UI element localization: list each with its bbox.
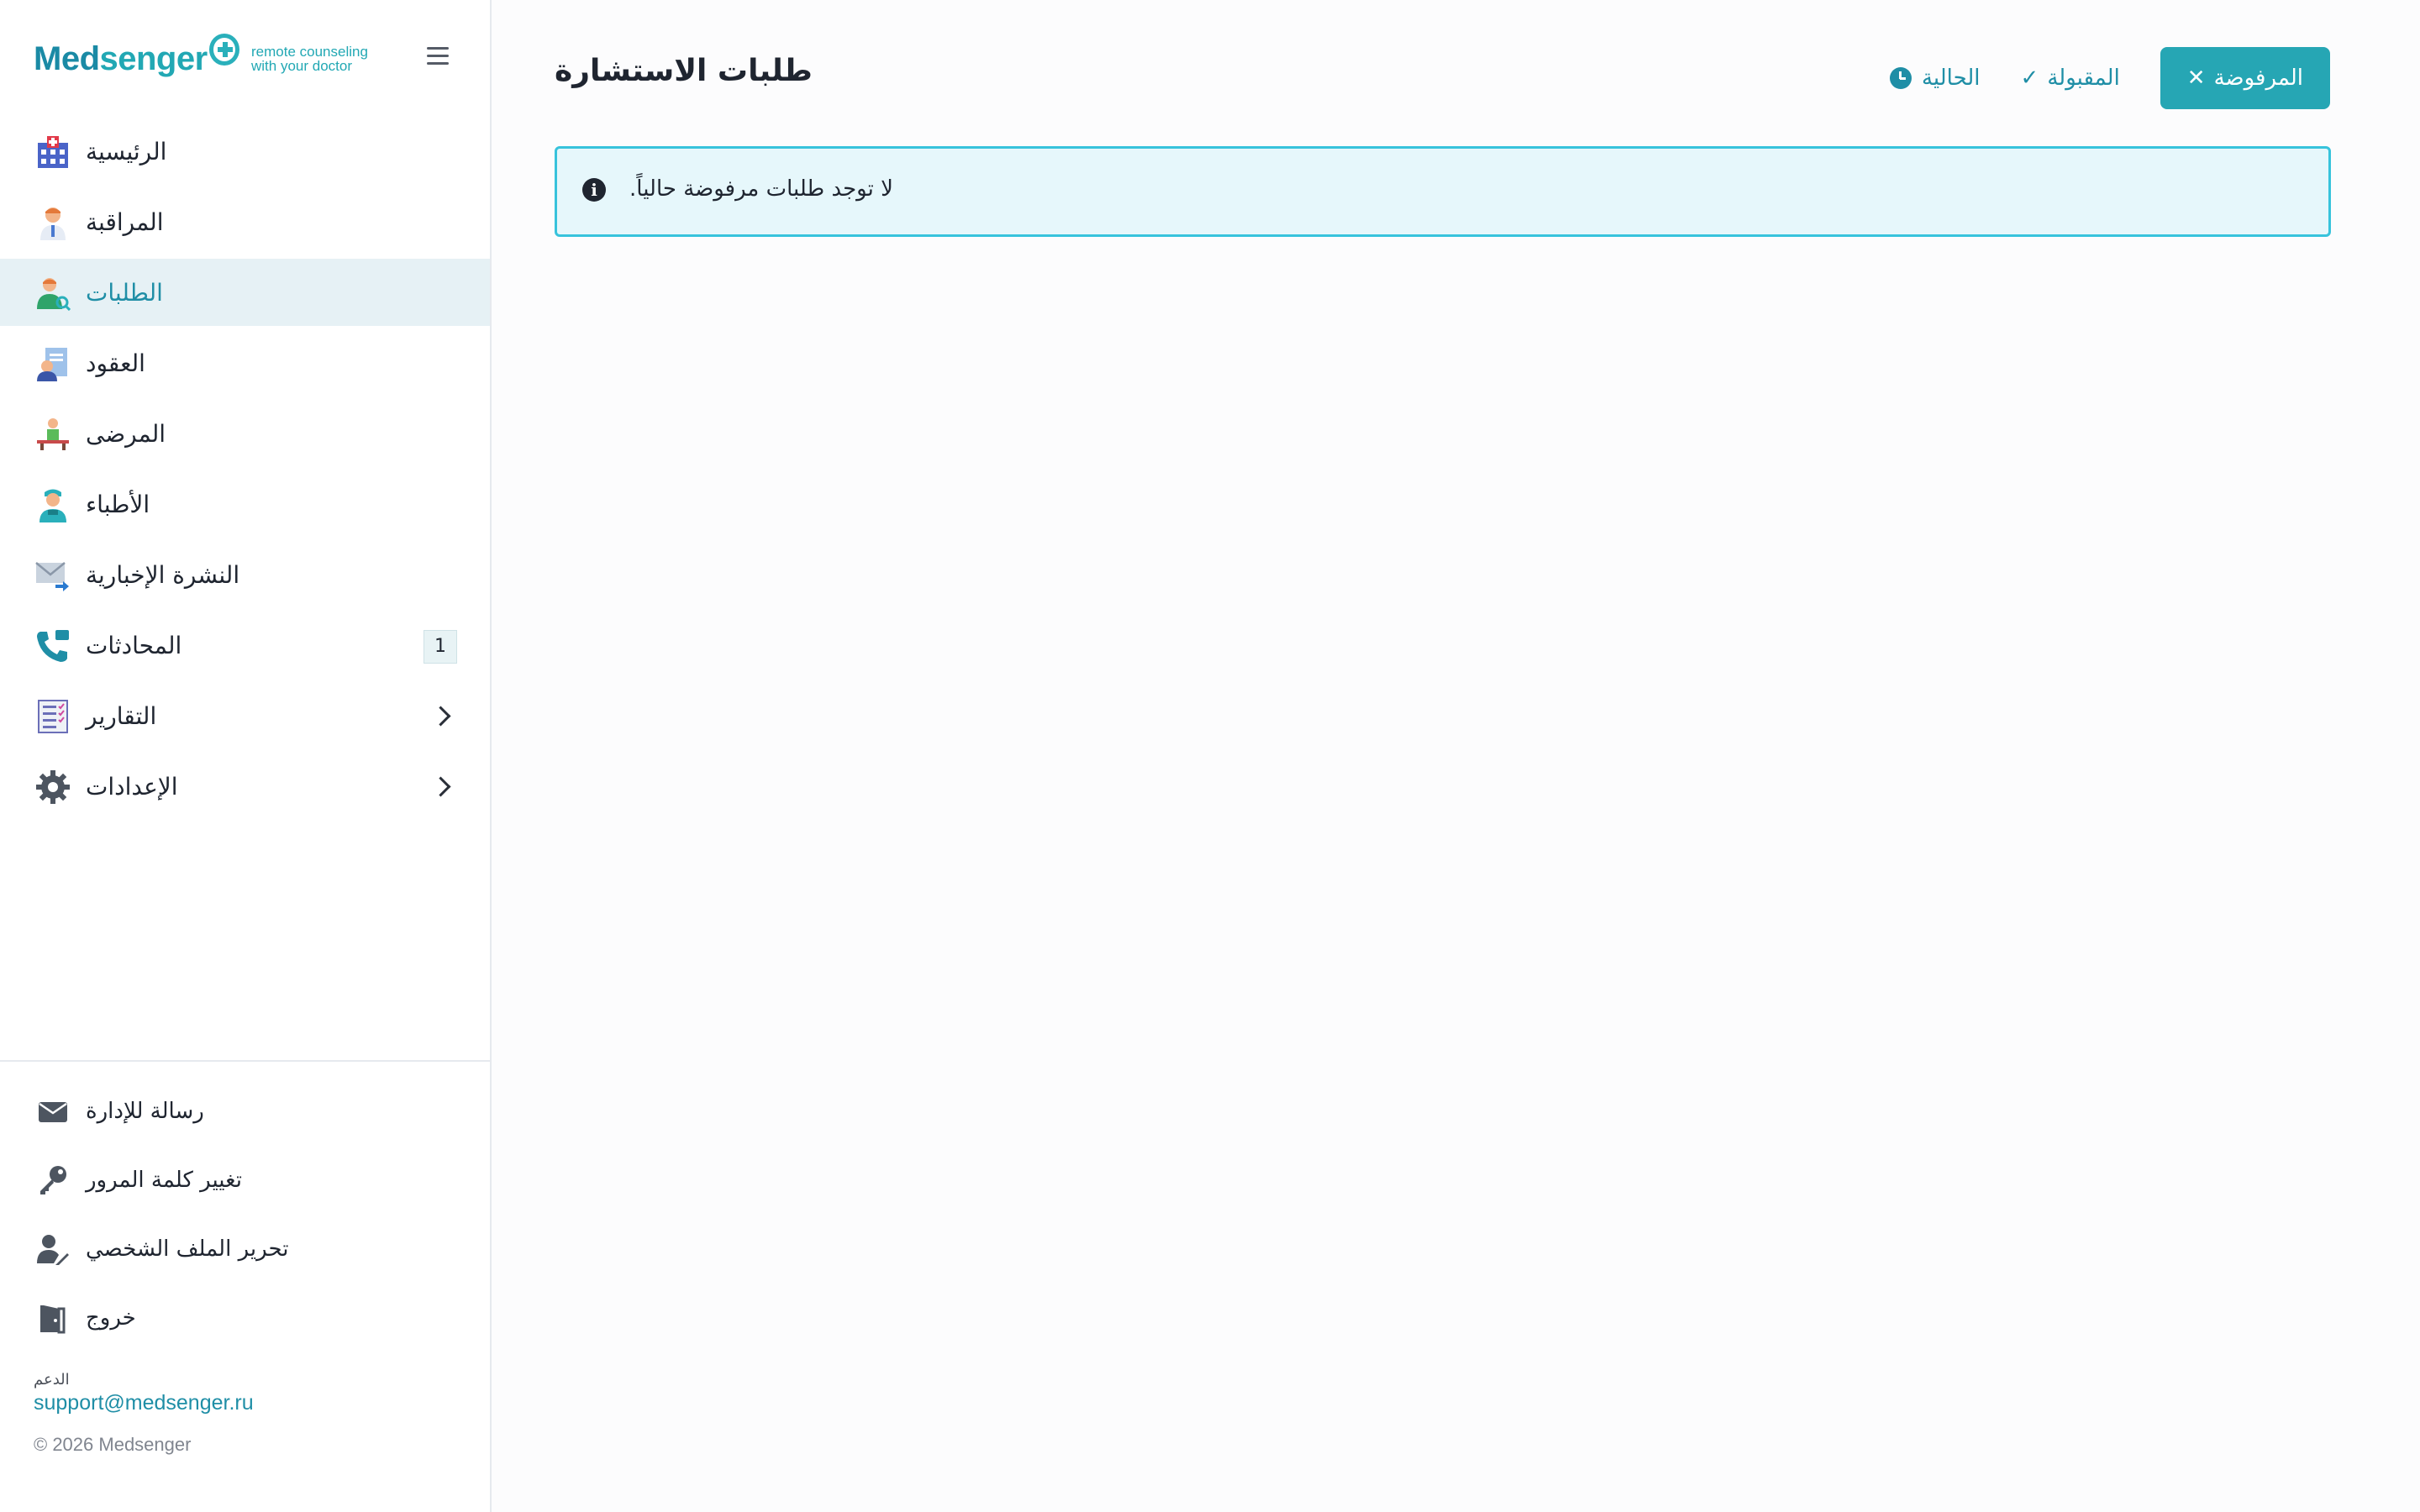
sidebar-nav: الرئيسية المراقبة الطلبات العقود المرضى …: [0, 118, 490, 823]
logo-wordmark: Medsenger: [34, 39, 208, 77]
sidebar-item-label: الرئيسية: [86, 137, 167, 165]
bottom-item-label: تغيير كلمة المرور: [86, 1168, 242, 1193]
contract-icon: [37, 348, 67, 381]
sidebar-item-label: النشرة الإخبارية: [86, 560, 240, 589]
copyright: © 2026 Medsenger: [34, 1434, 192, 1455]
sidebar-item-label: المحادثات: [86, 631, 182, 659]
logo-tagline: remote counseling with your doctor: [251, 44, 368, 74]
hamburger-menu-icon[interactable]: [427, 47, 449, 66]
envelope-icon: [39, 1102, 67, 1122]
sidebar-item-label: العقود: [86, 349, 145, 377]
change-password-link[interactable]: تغيير كلمة المرور: [0, 1146, 490, 1215]
message-admin-link[interactable]: رسالة للإدارة: [0, 1077, 490, 1146]
logout-link[interactable]: خروج: [0, 1284, 490, 1352]
edit-profile-link[interactable]: تحرير الملف الشخصي: [0, 1215, 490, 1284]
tab-label: الحالية: [1921, 66, 1981, 91]
sidebar-item-label: الطلبات: [86, 278, 163, 307]
sidebar-item-home[interactable]: الرئيسية: [0, 118, 490, 185]
sidebar-item-patients[interactable]: المرضى: [0, 400, 490, 467]
key-icon: [40, 1166, 66, 1194]
door-exit-icon: [40, 1305, 66, 1334]
user-search-icon: [37, 278, 71, 311]
user-edit-icon: [37, 1235, 69, 1265]
doctor-icon: [40, 207, 66, 240]
sidebar-item-settings[interactable]: الإعدادات: [0, 753, 490, 820]
support-title: الدعم: [34, 1371, 70, 1389]
report-icon: [38, 700, 68, 733]
nurse-icon: [39, 489, 66, 522]
sidebar-item-label: التقارير: [86, 701, 157, 730]
close-icon: ✕: [2186, 66, 2206, 91]
sidebar-item-doctors[interactable]: الأطباء: [0, 470, 490, 538]
sidebar-item-monitoring[interactable]: المراقبة: [0, 188, 490, 255]
gear-icon: [36, 770, 70, 804]
mail-send-icon: [35, 562, 69, 591]
info-icon: i: [582, 178, 606, 202]
check-icon: ✓: [2020, 66, 2039, 91]
sidebar-item-reports[interactable]: التقارير: [0, 682, 490, 749]
sidebar-item-requests[interactable]: الطلبات: [0, 259, 490, 326]
request-status-tabs: ✕ المرفوضة ✓ المقبولة الحالية: [1889, 47, 2330, 109]
tab-rejected[interactable]: ✕ المرفوضة: [2160, 47, 2330, 109]
support-email-link[interactable]: support@medsenger.ru: [34, 1391, 254, 1415]
page-title: طلبات الاستشارة: [555, 54, 813, 88]
bottom-item-label: خروج: [86, 1305, 136, 1331]
sidebar-divider: [0, 1060, 490, 1062]
phone-icon: [37, 630, 69, 662]
chevron-right-icon: [430, 706, 451, 727]
tab-label: المقبولة: [2047, 66, 2120, 91]
empty-state-alert: i .لا توجد طلبات مرفوضة حالياً: [555, 146, 2331, 237]
sidebar-item-label: الإعدادات: [86, 772, 178, 801]
chevron-right-icon: [430, 776, 451, 797]
sidebar: Medsenger remote counseling with your doc…: [0, 0, 492, 1512]
sidebar-item-label: المرضى: [86, 419, 166, 448]
bottom-item-label: رسالة للإدارة: [86, 1099, 204, 1124]
sidebar-item-newsletter[interactable]: النشرة الإخبارية: [0, 541, 490, 608]
hospital-icon: [38, 136, 68, 168]
unread-count-badge: 1: [424, 630, 457, 664]
tab-accepted[interactable]: ✓ المقبولة: [2021, 47, 2120, 109]
sidebar-bottom-menu: رسالة للإدارة تغيير كلمة المرور تحرير ال…: [0, 1077, 490, 1352]
medical-cross-icon: [208, 34, 239, 66]
tab-current[interactable]: الحالية: [1889, 47, 1981, 109]
bottom-item-label: تحرير الملف الشخصي: [86, 1236, 289, 1262]
patient-icon: [37, 418, 69, 450]
clock-icon: [1889, 67, 1912, 89]
app-root: Medsenger remote counseling with your doc…: [0, 0, 2420, 1512]
sidebar-item-contracts[interactable]: العقود: [0, 329, 490, 396]
sidebar-item-label: الأطباء: [86, 490, 150, 518]
tab-label: المرفوضة: [2213, 66, 2303, 91]
sidebar-item-label: المراقبة: [86, 207, 164, 236]
alert-message: .لا توجد طلبات مرفوضة حالياً: [629, 176, 893, 202]
sidebar-item-conversations[interactable]: المحادثات 1: [0, 612, 490, 679]
logo[interactable]: Medsenger remote counseling with your doc…: [34, 34, 370, 84]
